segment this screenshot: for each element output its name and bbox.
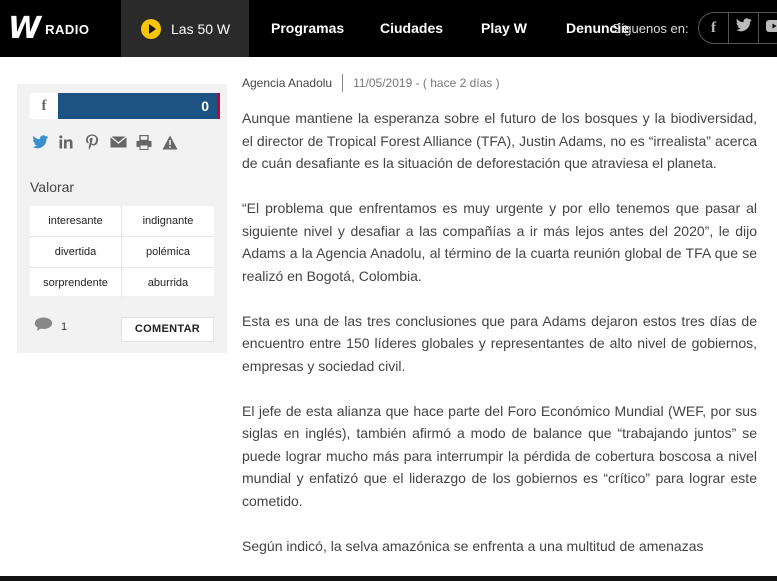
vote-indignante[interactable]: indignante — [122, 206, 214, 237]
comment-bubble-icon — [34, 317, 53, 337]
comment-count: 1 — [61, 321, 68, 333]
top-navigation-bar: W RADIO Las 50 W Programas Ciudades Play… — [0, 0, 777, 57]
article-paragraph: Aunque mantiene la esperanza sobre el fu… — [242, 110, 757, 171]
comment-button[interactable]: COMENTAR — [121, 317, 214, 342]
rating-options: interesante indignante divertida polémic… — [30, 206, 214, 298]
facebook-share-count: 0 — [58, 93, 220, 119]
report-icon[interactable] — [161, 132, 179, 152]
play-icon — [141, 18, 161, 39]
vote-interesante[interactable]: interesante — [30, 206, 122, 237]
youtube-icon[interactable] — [759, 13, 777, 43]
print-icon[interactable] — [135, 132, 153, 152]
twitter-icon[interactable] — [31, 132, 49, 152]
vote-sorprendente[interactable]: sorprendente — [30, 268, 122, 298]
nav-live-las-50-w[interactable]: Las 50 W — [121, 0, 249, 57]
w-radio-logo[interactable]: W RADIO — [8, 14, 89, 44]
article-source: Agencia Anadolu — [242, 76, 333, 90]
vote-aburrida[interactable]: aburrida — [122, 268, 214, 298]
nav-item-play-w[interactable]: Play W — [481, 0, 527, 57]
nav-item-programas[interactable]: Programas — [271, 0, 344, 57]
facebook-share-counter[interactable]: f 0 — [30, 93, 220, 119]
share-buttons — [31, 132, 179, 152]
linkedin-icon[interactable] — [57, 132, 75, 152]
social-links: f — [698, 12, 777, 44]
nav-live-label: Las 50 W — [171, 20, 231, 37]
article-byline: Agencia Anadolu 11/05/2019 - ( hace 2 dí… — [242, 74, 500, 92]
share-and-rate-panel: f 0 Valorar interesante indignante diver… — [17, 84, 227, 353]
twitter-icon[interactable] — [729, 13, 759, 43]
article-paragraph: Según indicó, la selva amazónica se enfr… — [242, 537, 704, 554]
article-paragraph: “El problema que enfrentamos es muy urge… — [242, 200, 757, 284]
article-paragraph: Esta es una de las tres conclusiones que… — [242, 312, 757, 374]
logo-wordmark: RADIO — [45, 21, 90, 37]
nav-item-ciudades[interactable]: Ciudades — [380, 0, 443, 57]
logo-mark: W — [8, 11, 41, 46]
vote-polemica[interactable]: polémica — [122, 237, 214, 268]
email-icon[interactable] — [109, 132, 127, 152]
article-body: Aunque mantiene la esperanza sobre el fu… — [242, 107, 757, 580]
vote-divertida[interactable]: divertida — [30, 237, 122, 268]
follow-us-label: Síguenos en: — [612, 21, 689, 36]
rate-title: Valorar — [30, 179, 75, 195]
article-date: 11/05/2019 - ( hace 2 días ) — [353, 76, 500, 90]
comment-counter[interactable]: 1 — [34, 317, 67, 337]
pinterest-icon[interactable] — [83, 132, 101, 152]
article-paragraph: El jefe de esta alianza que hace parte d… — [242, 402, 757, 509]
facebook-icon[interactable]: f — [699, 13, 729, 43]
facebook-icon: f — [30, 93, 58, 119]
byline-divider — [342, 74, 344, 92]
news-ticker-bar[interactable] — [0, 576, 777, 581]
